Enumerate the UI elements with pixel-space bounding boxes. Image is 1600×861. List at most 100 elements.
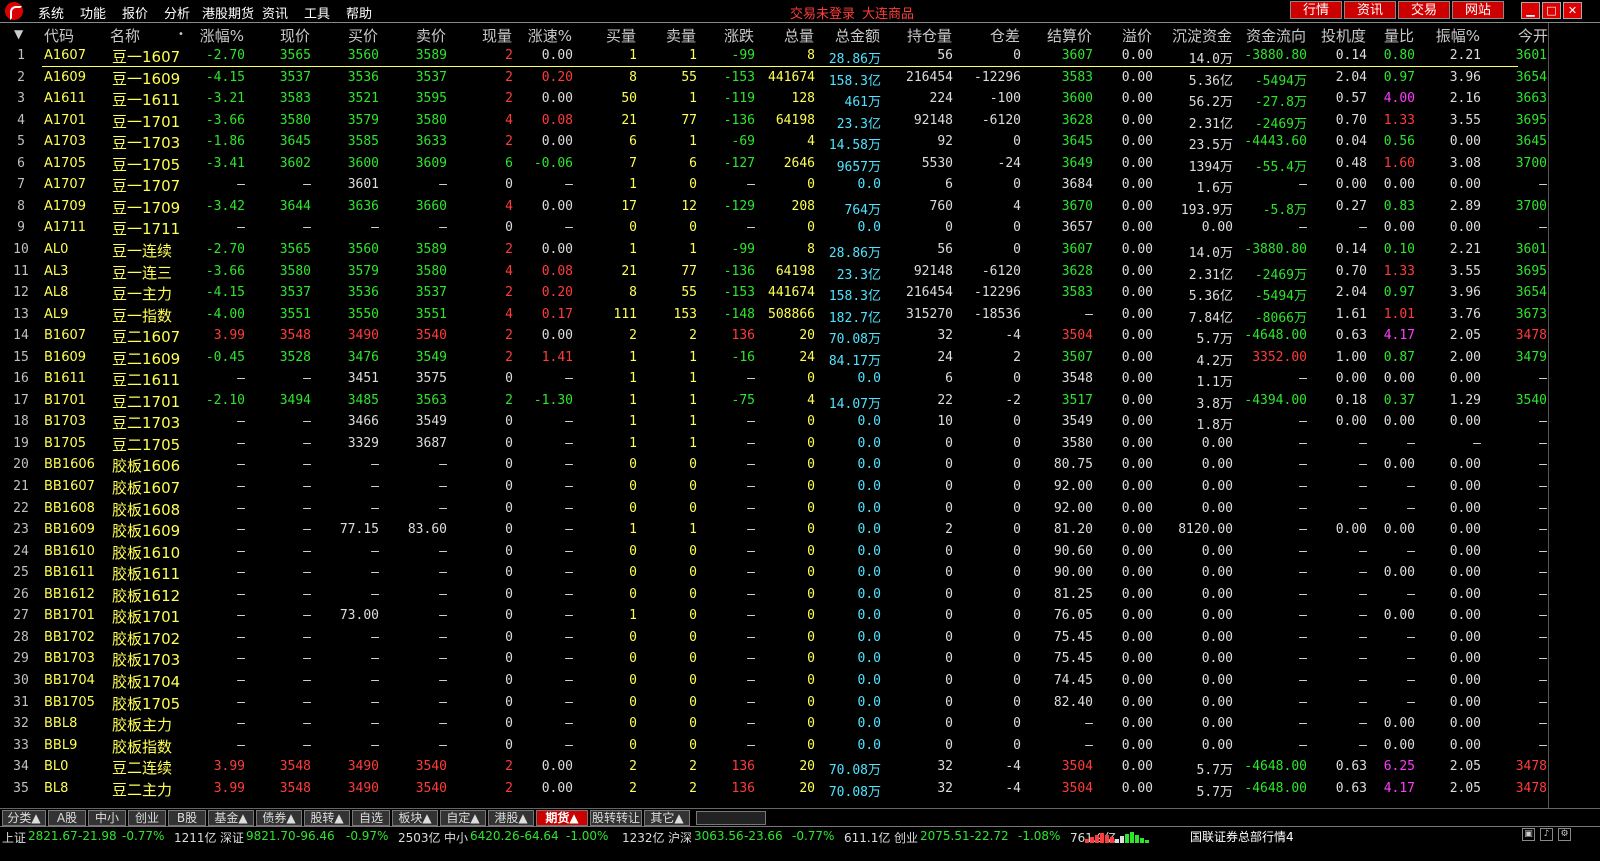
chat-icon[interactable]: ▣ [1522,828,1535,841]
vertical-scrollbar[interactable] [1548,23,1569,823]
top-button[interactable]: 行情 [1290,1,1342,19]
contract-name[interactable]: 胶板1606 [112,455,180,476]
column-header[interactable]: 买量 [606,25,636,46]
column-header[interactable]: 总金额 [835,25,880,46]
contract-code[interactable]: BBL8 [44,716,77,731]
tab-14[interactable]: 其它▲ [644,810,690,826]
contract-name[interactable]: 豆一连三 [112,262,172,283]
column-header[interactable]: 卖量 [666,25,696,46]
contract-name[interactable]: 豆二1609 [112,348,180,369]
contract-code[interactable]: BL0 [44,759,68,774]
contract-name[interactable]: 豆一1711 [112,218,180,239]
table-row[interactable]: 8 A1709 豆一1709 -3.42 3644 3636 3660 4 0.00 17 12 -1… [0,196,1548,218]
table-row[interactable]: 6 A1705 豆一1705 -3.41 3602 3600 3609 6 -0.06 7 6 -12… [0,153,1548,175]
contract-code[interactable]: B1611 [44,371,86,386]
contract-code[interactable]: BB1612 [44,587,95,602]
table-row[interactable]: 35 BL8 豆二主力 3.99 3548 3490 3540 2 0.00 2 2 136 20 70.… [0,778,1548,800]
index-name[interactable]: 中小 [444,829,468,846]
tab-3[interactable]: 创业 [128,810,166,826]
contract-code[interactable]: A1703 [44,134,86,149]
table-row[interactable]: 5 A1703 豆一1703 -1.86 3645 3585 3633 2 0.00 6 1 -69 4… [0,131,1548,153]
contract-code[interactable]: B1705 [44,436,86,451]
contract-name[interactable]: 豆二1703 [112,412,180,433]
table-row[interactable]: 1 A1607 豆一1607 -2.70 3565 3560 3589 2 0.00 1 1 -99 8… [0,45,1548,67]
contract-code[interactable]: A1711 [44,220,86,235]
top-button[interactable]: 交易 [1398,1,1450,19]
minimize-icon[interactable]: ▁ [1521,2,1540,19]
table-row[interactable]: 21 BB1607 胶板1607– – – –0–0 0–0 0.0 0 0 92.00 0.00 0.… [0,476,1548,498]
contract-name[interactable]: 胶板1704 [112,671,180,692]
contract-code[interactable]: A1709 [44,199,86,214]
table-row[interactable]: 10 AL0 豆一连续 -2.70 3565 3560 3589 2 0.00 1 1 -99 8 28.… [0,239,1548,261]
table-row[interactable]: 14 B1607 豆二1607 3.99 3548 3490 3540 2 0.00 2 2 136 2… [0,325,1548,347]
tab-6[interactable]: 债券▲ [256,810,302,826]
column-header[interactable]: 投机度 [1321,25,1366,46]
table-row[interactable]: 32 BBL8 胶板主力 – – – –0–0 0–0 0.0 0 0–0.00 0.00– –0.00… [0,713,1548,735]
contract-name[interactable]: 豆一主力 [112,283,172,304]
contract-code[interactable]: B1701 [44,393,86,408]
contract-name[interactable]: 豆一1709 [112,197,180,218]
contract-name[interactable]: 胶板1610 [112,542,180,563]
contract-name[interactable]: 豆一指数 [112,305,172,326]
table-row[interactable]: 24 BB1610 胶板1610– – – –0–0 0–0 0.0 0 0 90.60 0.00 0.… [0,541,1548,563]
contract-name[interactable]: 豆一1707 [112,175,180,196]
contract-code[interactable]: B1609 [44,350,86,365]
contract-code[interactable]: BB1704 [44,673,95,688]
column-header[interactable]: 卖价 [416,25,446,46]
tab-5[interactable]: 基金▲ [208,810,254,826]
contract-name[interactable]: 胶板1705 [112,693,180,714]
speaker-icon[interactable]: ♪ [1540,828,1553,841]
tab-scroll-track[interactable] [696,811,766,825]
column-header[interactable]: 名称 [110,25,140,46]
column-header[interactable]: 量比 [1384,25,1414,46]
column-header[interactable]: 持仓量 [907,25,952,46]
contract-name[interactable]: 豆二连续 [112,757,172,778]
contract-code[interactable]: A1609 [44,70,86,85]
column-header[interactable]: 今开 [1518,25,1548,46]
contract-code[interactable]: BB1611 [44,565,95,580]
tab-11[interactable]: 港股▲ [488,810,534,826]
contract-code[interactable]: A1705 [44,156,86,171]
contract-code[interactable]: BB1701 [44,608,95,623]
table-row[interactable]: 15 B1609 豆二1609 -0.45 3528 3476 3549 2 1.41 1 1 -16… [0,347,1548,369]
contract-name[interactable]: 豆一1609 [112,68,180,89]
index-name[interactable]: 深证 [220,829,244,846]
tab-1[interactable]: A股 [48,810,86,826]
contract-code[interactable]: BB1606 [44,457,95,472]
contract-code[interactable]: A1607 [44,48,86,63]
top-button[interactable]: 网站 [1452,1,1504,19]
table-row[interactable]: 13 AL9 豆一指数 -4.00 3551 3550 3551 4 0.17 111 153 -14… [0,304,1548,326]
settings-icon[interactable]: ⚙ [1558,828,1571,841]
contract-name[interactable]: 胶板1702 [112,628,180,649]
contract-name[interactable]: 豆二1607 [112,326,180,347]
tab-10[interactable]: 自定▲ [440,810,486,826]
table-row[interactable]: 20 BB1606 胶板1606– – – –0–0 0–0 0.0 0 0 80.75 0.00 0.… [0,454,1548,476]
table-row[interactable]: 9 A1711 豆一1711– – – –0–0 0–0 0.0 0 0 3657 0.00 0.00–… [0,217,1548,239]
table-row[interactable]: 30 BB1704 胶板1704– – – –0–0 0–0 0.0 0 0 74.45 0.00 0.… [0,670,1548,692]
table-row[interactable]: 23 BB1609 胶板1609 – – 77.15 83.60 0 – 1 1 – 0 0.0 2 0 81.… [0,519,1548,541]
table-row[interactable]: 34 BL0 豆二连续 3.99 3548 3490 3540 2 0.00 2 2 136 20 70.… [0,756,1548,778]
top-button[interactable]: 资讯 [1344,1,1396,19]
contract-name[interactable]: 胶板1611 [112,563,180,584]
index-name[interactable]: 沪深 [668,829,692,846]
table-row[interactable]: 33 BBL9 胶板指数 – – – –0–0 0–0 0.0 0 0–0.00 0.00– –0.00… [0,735,1548,757]
menu-item[interactable]: 系统 [38,3,64,22]
table-row[interactable]: 19 B1705 豆二1705– –3329 3687 0–1 1–0 0.0 0 0 3580 0.… [0,433,1548,455]
column-header[interactable]: 涨跌 [724,25,754,46]
tab-0[interactable]: 分类▲ [2,810,46,826]
column-header[interactable]: 涨幅% [200,25,244,46]
close-icon[interactable]: ✕ [1563,2,1582,19]
menu-item[interactable]: 港股期货 [202,3,254,22]
contract-code[interactable]: A1701 [44,113,86,128]
contract-name[interactable]: 豆一1611 [112,89,180,110]
table-row[interactable]: 18 B1703 豆二1703 – – 3466 3549 0 – 1 1 – 0 0.0 10 0 3549 0… [0,411,1548,433]
contract-name[interactable]: 胶板1701 [112,606,180,627]
column-header[interactable]: 现价 [280,25,310,46]
table-row[interactable]: 16 B1611 豆二1611 – – 3451 3575 0 – 1 1 – 0 0.0 6 0 3548 0.… [0,368,1548,390]
contract-name[interactable]: 豆二1705 [112,434,180,455]
table-row[interactable]: 4 A1701 豆一1701 -3.66 3580 3579 3580 4 0.08 21 77 -1… [0,110,1548,132]
contract-name[interactable]: 胶板1607 [112,477,180,498]
contract-name[interactable]: 胶板1612 [112,585,180,606]
contract-name[interactable]: 胶板指数 [112,736,172,757]
table-row[interactable]: 2 A1609 豆一1609 -4.15 3537 3536 3537 2 0.20 8 55 -15… [0,67,1548,89]
